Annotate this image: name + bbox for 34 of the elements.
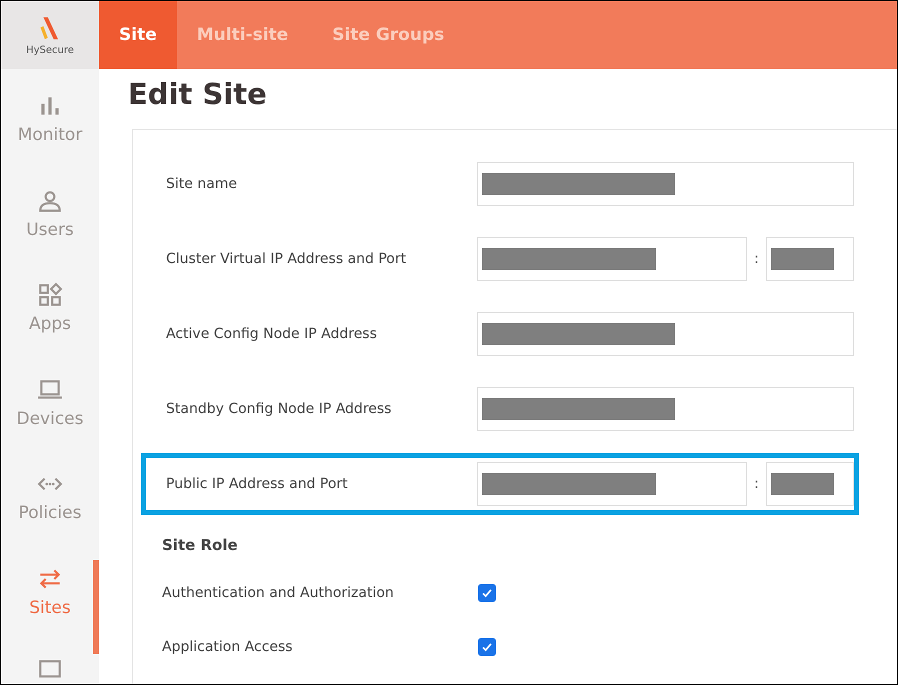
option-label: Application Access [162, 639, 294, 655]
sidebar-item[interactable]: Devices [1, 370, 99, 465]
input-field[interactable] [477, 162, 854, 206]
sidebar-item[interactable]: Apps [1, 276, 99, 370]
port-input-field[interactable] [766, 237, 854, 281]
redacted-value [771, 248, 834, 270]
input-field[interactable] [477, 312, 854, 356]
ip-input-field[interactable] [477, 237, 747, 281]
section-heading: Site Role [162, 536, 239, 556]
logo-icon [39, 14, 61, 42]
field-label: Public IP Address and Port [166, 476, 349, 492]
field-label: Standby Config Node IP Address [166, 401, 392, 417]
port-input-field[interactable] [766, 462, 854, 506]
input-field[interactable] [477, 387, 854, 431]
sidebar-item[interactable]: Sites [1, 560, 99, 654]
separator: : [753, 251, 760, 267]
sidebar-item[interactable]: Users [1, 182, 99, 276]
checkbox[interactable] [478, 638, 496, 656]
field-label: Active Config Node IP Address [166, 326, 378, 342]
checkbox[interactable] [478, 584, 496, 602]
apps-icon [37, 282, 63, 308]
ip-input-field[interactable] [477, 462, 747, 506]
logo-text: HySecure [26, 44, 74, 56]
sidebar-item[interactable]: Policies [1, 465, 99, 560]
option-label: Authentication and Authorization [162, 585, 395, 601]
sidebar-item[interactable]: Monitor [1, 87, 99, 182]
tab[interactable]: Site [99, 1, 177, 69]
field-label: Site name [166, 176, 238, 192]
tab[interactable]: Multi-site [176, 1, 312, 69]
page-title: Edit Site [128, 77, 268, 111]
tab[interactable]: Site Groups [312, 1, 468, 69]
field-label: Cluster Virtual IP Address and Port [166, 251, 408, 267]
separator: : [753, 476, 760, 492]
redacted-value [771, 473, 834, 495]
